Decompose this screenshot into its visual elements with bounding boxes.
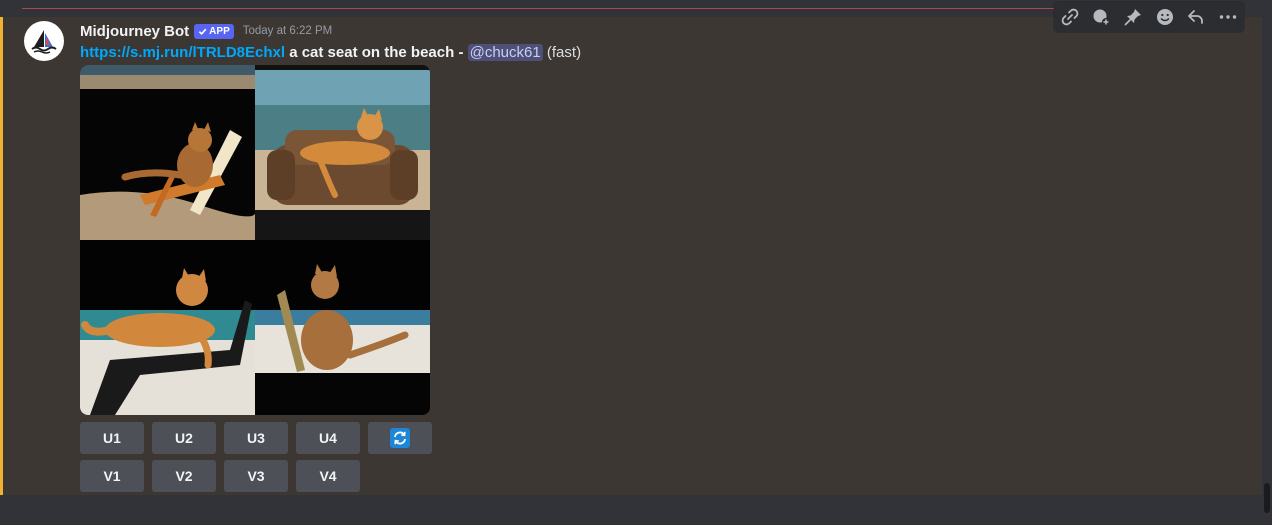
chat-bottom-area xyxy=(0,495,1272,525)
username[interactable]: Midjourney Bot xyxy=(80,23,189,40)
grid-image-1[interactable] xyxy=(80,65,255,240)
grid-image-4[interactable] xyxy=(255,240,430,415)
timestamp[interactable]: Today at 6:22 PM xyxy=(243,25,333,37)
avatar[interactable] xyxy=(24,21,64,61)
variation-button-4[interactable]: V4 xyxy=(296,460,360,492)
separator: - xyxy=(458,44,464,61)
variation-button-2[interactable]: V2 xyxy=(152,460,216,492)
app-badge-label: APP xyxy=(209,25,230,37)
grid-image-2[interactable] xyxy=(255,65,430,240)
message-content: https://s.mj.run/lTRLD8Echxl a cat seat … xyxy=(80,43,581,63)
add-reaction-icon[interactable] xyxy=(1089,5,1113,29)
prompt-text: a cat seat on the beach xyxy=(289,44,455,61)
variation-button-3[interactable]: V3 xyxy=(224,460,288,492)
message-header: Midjourney Bot APP Today at 6:22 PM xyxy=(80,21,332,41)
message[interactable]: Midjourney Bot APP Today at 6:22 PM http… xyxy=(0,17,1262,495)
user-mention[interactable]: @chuck61 xyxy=(467,44,543,61)
upscale-button-1[interactable]: U1 xyxy=(80,422,144,454)
sailboat-icon xyxy=(31,30,57,54)
refresh-icon xyxy=(390,428,410,448)
scrollbar[interactable] xyxy=(1264,483,1270,513)
upscale-button-2[interactable]: U2 xyxy=(152,422,216,454)
image-grid[interactable] xyxy=(80,65,430,415)
emoji-icon[interactable] xyxy=(1153,5,1177,29)
speed-label: (fast) xyxy=(546,44,582,61)
message-toolbar xyxy=(1054,2,1244,32)
grid-image-3[interactable] xyxy=(80,240,255,415)
more-icon[interactable] xyxy=(1216,5,1240,29)
verified-check-icon xyxy=(198,28,207,35)
reply-icon[interactable] xyxy=(1184,5,1208,29)
link-icon[interactable] xyxy=(1058,5,1082,29)
prompt-link[interactable]: https://s.mj.run/lTRLD8Echxl xyxy=(80,44,285,61)
variation-button-1[interactable]: V1 xyxy=(80,460,144,492)
pin-icon[interactable] xyxy=(1121,5,1145,29)
app-badge: APP xyxy=(194,23,234,39)
upscale-button-3[interactable]: U3 xyxy=(224,422,288,454)
reroll-button[interactable] xyxy=(368,422,432,454)
upscale-button-4[interactable]: U4 xyxy=(296,422,360,454)
